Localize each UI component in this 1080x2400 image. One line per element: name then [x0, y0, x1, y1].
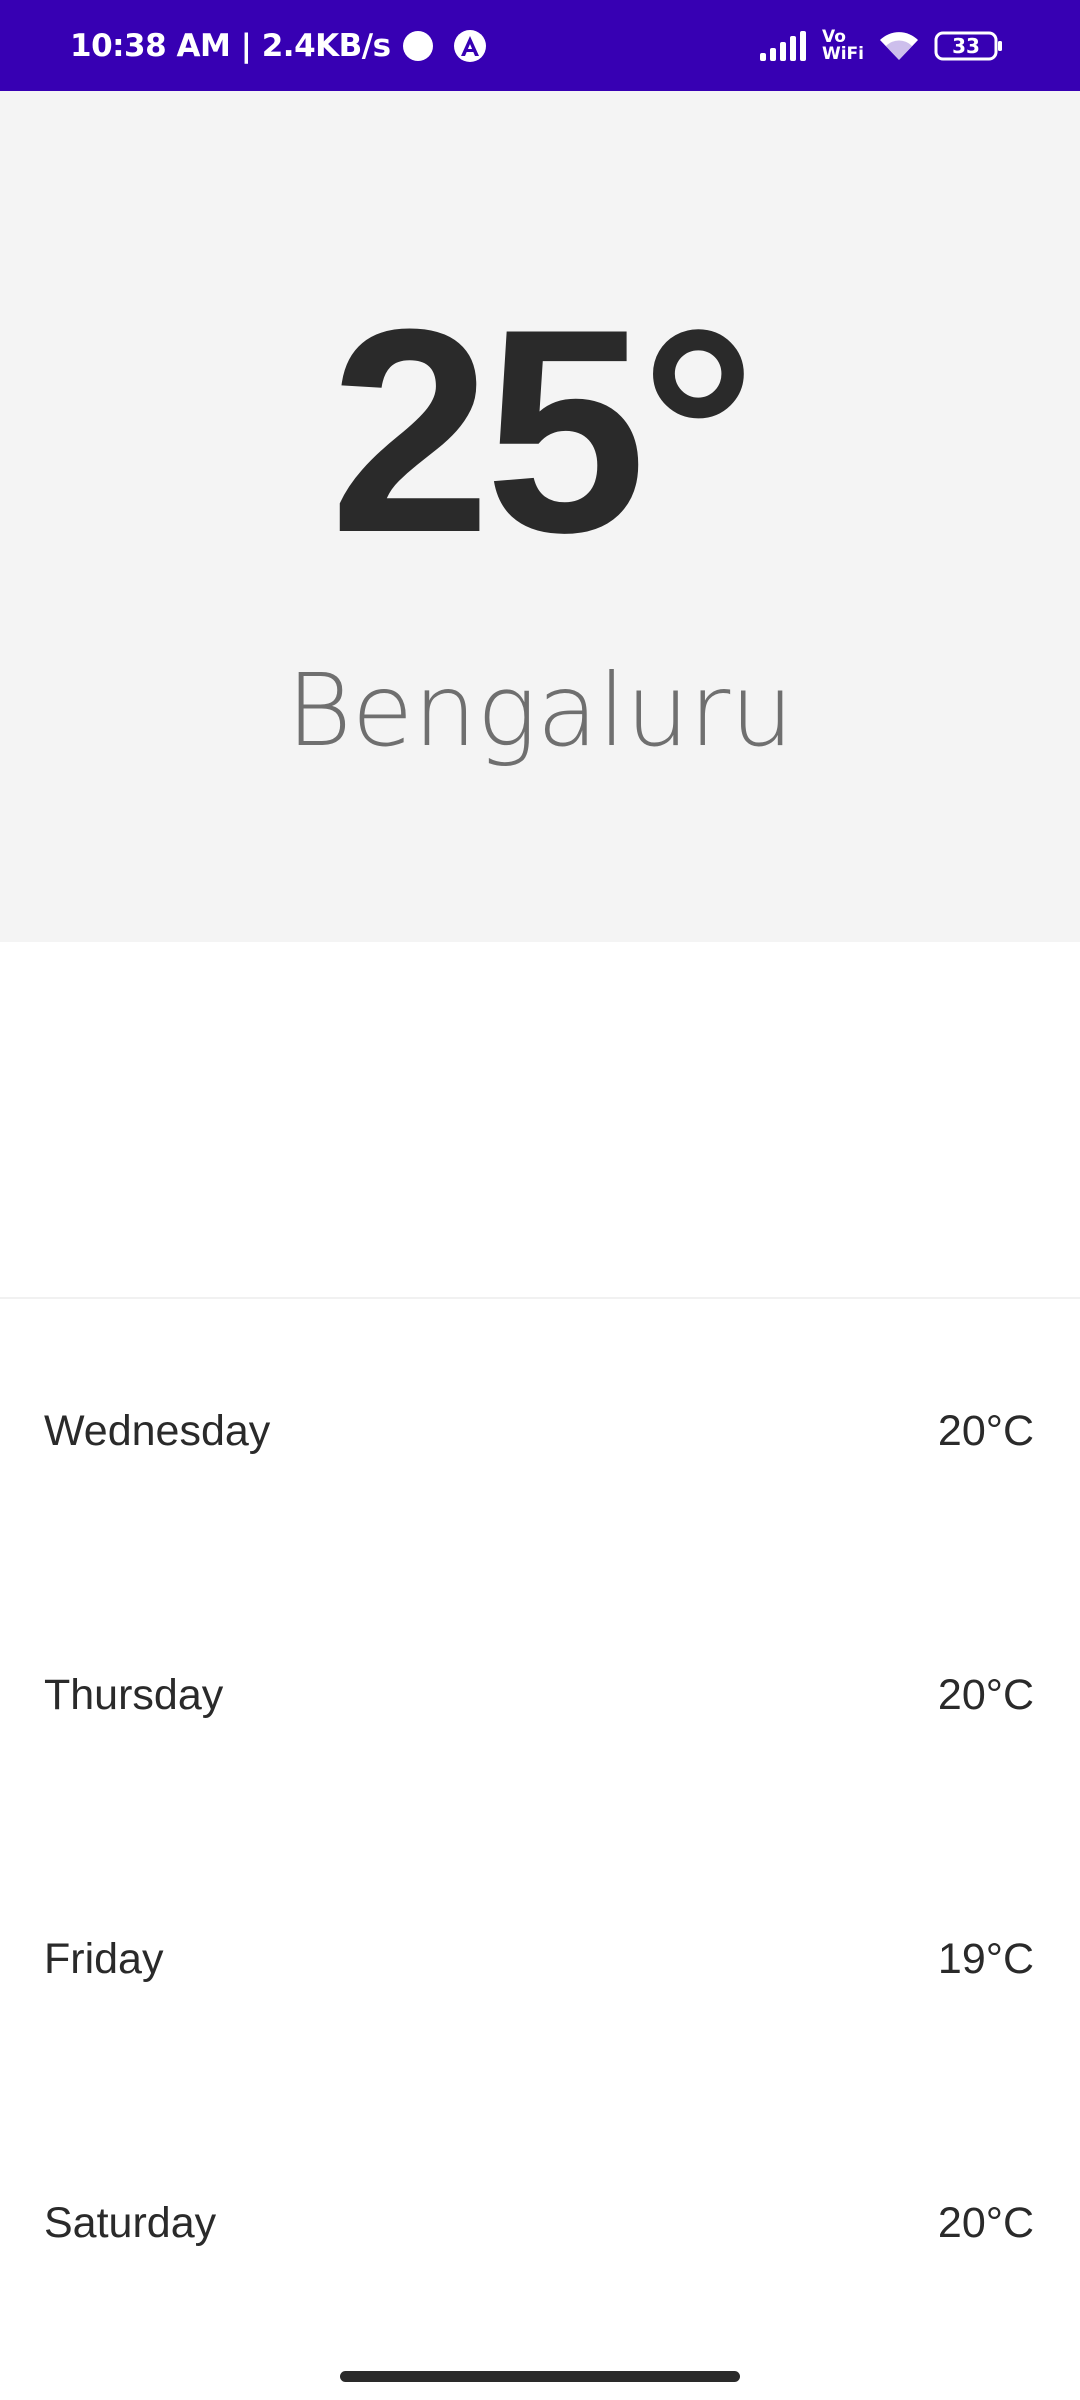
status-left: 10:38 AM | 2.4KB/s [70, 0, 487, 91]
current-temperature: 25° [329, 269, 757, 593]
forecast-temp: 20°C [937, 1670, 1034, 1719]
home-indicator[interactable] [340, 2371, 740, 2382]
vowifi-bottom: WiFi [821, 43, 864, 64]
forecast-temp: 19°C [937, 1934, 1034, 1983]
forecast-day: Friday [44, 1934, 164, 1983]
status-right: Vo WiFi 33 [759, 0, 1004, 91]
forecast-day: Thursday [44, 1670, 224, 1719]
forecast-row-friday: Friday 19°C [0, 1827, 1080, 2091]
forecast-day: Wednesday [44, 1406, 271, 1455]
forecast-row-saturday: Saturday 20°C [0, 2091, 1080, 2355]
forecast-row-thursday: Thursday 20°C [0, 1563, 1080, 1827]
battery-level: 33 [952, 34, 980, 58]
city-name: Bengaluru [286, 652, 794, 769]
vowifi-top: Vo [821, 26, 846, 47]
forecast-day: Saturday [44, 2198, 217, 2247]
battery-icon: 33 [934, 31, 1002, 60]
status-bar: 10:38 AM | 2.4KB/s Vo WiFi 33 [0, 0, 1080, 91]
signal-icon [759, 30, 806, 61]
forecast-row-wednesday: Wednesday 20°C [0, 1299, 1080, 1563]
current-weather-panel: 25° Bengaluru [0, 91, 1080, 942]
status-time-speed: 10:38 AM | 2.4KB/s [70, 27, 391, 64]
forecast-temp: 20°C [937, 2198, 1034, 2247]
weather-screen: 10:38 AM | 2.4KB/s Vo WiFi 33 25° Bengal… [0, 0, 1080, 2400]
wifi-icon [880, 31, 918, 60]
circle-notification-icon [402, 30, 433, 61]
forecast-temp: 20°C [937, 1406, 1034, 1455]
vowifi-icon: Vo WiFi [821, 26, 864, 64]
a-notification-icon [453, 29, 486, 62]
